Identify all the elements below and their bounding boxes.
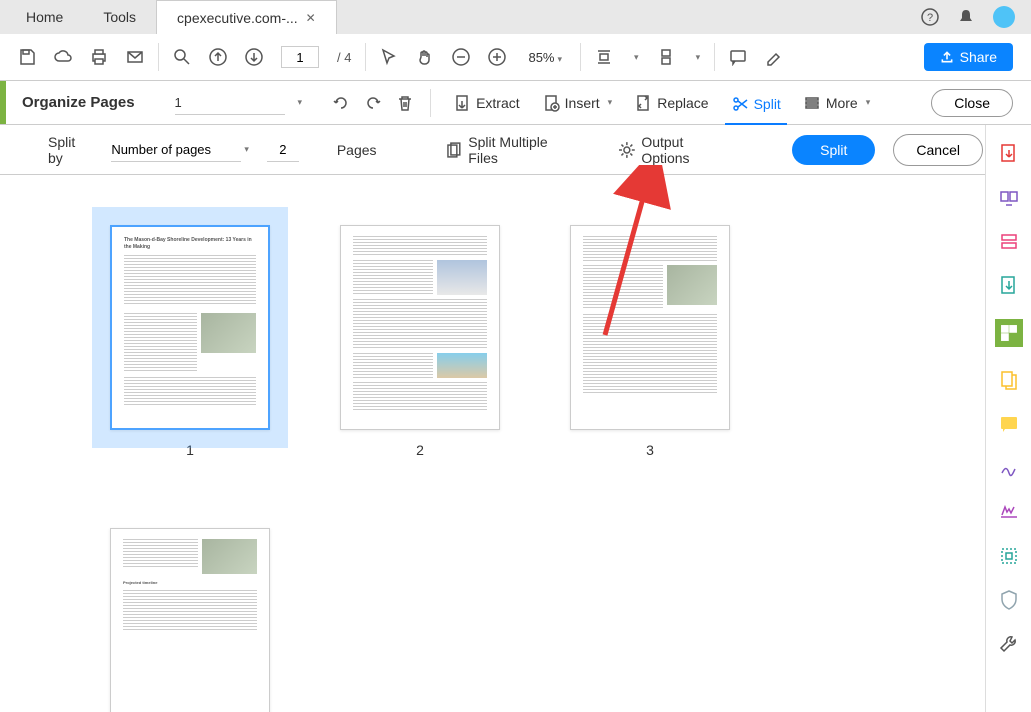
window-tabs: Home Tools cpexecutive.com-... ✕ ? bbox=[0, 0, 1031, 34]
organize-toolbar: Organize Pages ▾ Extract Insert▾ Replace… bbox=[0, 81, 1031, 125]
organize-page-select[interactable] bbox=[175, 91, 285, 115]
split-method-select[interactable] bbox=[111, 138, 241, 162]
help-icon[interactable]: ? bbox=[921, 8, 939, 26]
shield-icon[interactable] bbox=[998, 589, 1020, 611]
extract-button[interactable]: Extract bbox=[447, 90, 526, 116]
highlight-icon[interactable] bbox=[765, 48, 783, 66]
tab-document-label: cpexecutive.com-... bbox=[177, 10, 298, 26]
hand-icon[interactable] bbox=[416, 48, 434, 66]
organize-pages-icon[interactable] bbox=[995, 319, 1023, 347]
share-label: Share bbox=[960, 49, 997, 65]
thumbnail-area: The Mason-d-Bay Shoreline Development: 1… bbox=[0, 175, 985, 712]
protect-icon[interactable] bbox=[998, 545, 1020, 567]
zoom-out-icon[interactable] bbox=[452, 48, 470, 66]
export-icon[interactable] bbox=[998, 275, 1020, 297]
page-total: / 4 bbox=[337, 50, 351, 65]
share-button[interactable]: Share bbox=[924, 43, 1013, 71]
trash-icon[interactable] bbox=[396, 94, 414, 112]
page-thumbnail-3[interactable]: 3 bbox=[570, 225, 730, 458]
split-multiple-files-button[interactable]: Split Multiple Files bbox=[445, 134, 580, 166]
split-options-bar: Split by ▾ Pages Split Multiple Files Ou… bbox=[0, 125, 1031, 175]
insert-icon bbox=[542, 94, 560, 112]
sign-icon[interactable] bbox=[998, 457, 1020, 479]
thumbnail-grid: The Mason-d-Bay Shoreline Development: 1… bbox=[110, 225, 875, 712]
close-icon[interactable]: ✕ bbox=[306, 11, 316, 25]
page-thumbnail-1[interactable]: The Mason-d-Bay Shoreline Development: 1… bbox=[110, 225, 270, 458]
tab-document[interactable]: cpexecutive.com-... ✕ bbox=[156, 0, 337, 34]
right-tool-rail bbox=[985, 125, 1031, 712]
pointer-icon[interactable] bbox=[380, 48, 398, 66]
tab-tools[interactable]: Tools bbox=[83, 0, 156, 34]
zoom-select[interactable]: 85%▾ bbox=[524, 48, 566, 67]
bell-icon[interactable] bbox=[957, 8, 975, 26]
gear-icon bbox=[618, 141, 636, 159]
files-icon bbox=[445, 141, 463, 159]
export-pdf-icon[interactable] bbox=[998, 143, 1020, 165]
search-icon[interactable] bbox=[173, 48, 191, 66]
insert-button[interactable]: Insert▾ bbox=[536, 90, 619, 116]
chevron-down-icon[interactable]: ▾ bbox=[696, 52, 701, 63]
chevron-down-icon[interactable]: ▾ bbox=[634, 52, 639, 63]
split-count-input[interactable] bbox=[267, 138, 299, 162]
output-options-button[interactable]: Output Options bbox=[618, 134, 735, 166]
mail-icon[interactable] bbox=[126, 48, 144, 66]
redact-icon[interactable] bbox=[998, 501, 1020, 523]
more-icon bbox=[803, 94, 821, 112]
scissors-icon bbox=[731, 95, 749, 113]
create-pdf-icon[interactable] bbox=[998, 187, 1020, 209]
split-button[interactable]: Split bbox=[725, 91, 787, 125]
scroll-mode-icon[interactable] bbox=[657, 48, 675, 66]
replace-button[interactable]: Replace bbox=[628, 90, 714, 116]
top-right-controls: ? bbox=[921, 6, 1025, 28]
thumbnail-label: 3 bbox=[646, 442, 654, 458]
svg-text:?: ? bbox=[927, 12, 933, 24]
thumbnail-label: 2 bbox=[416, 442, 424, 458]
more-button[interactable]: More▾ bbox=[797, 90, 876, 116]
prev-page-icon[interactable] bbox=[209, 48, 227, 66]
split-by-label: Split by bbox=[48, 134, 93, 166]
share-icon bbox=[940, 50, 954, 64]
comment-tool-icon[interactable] bbox=[998, 413, 1020, 435]
save-icon[interactable] bbox=[18, 48, 36, 66]
avatar[interactable] bbox=[993, 6, 1015, 28]
replace-icon bbox=[634, 94, 652, 112]
extract-icon bbox=[453, 94, 471, 112]
active-panel-indicator bbox=[0, 81, 6, 124]
zoom-in-icon[interactable] bbox=[488, 48, 506, 66]
rotate-cw-icon[interactable] bbox=[364, 94, 382, 112]
cloud-icon[interactable] bbox=[54, 48, 72, 66]
wrench-icon[interactable] bbox=[998, 633, 1020, 655]
combine-icon[interactable] bbox=[998, 369, 1020, 391]
page-number-input[interactable] bbox=[281, 46, 319, 68]
main-toolbar: / 4 85%▾ ▾ ▾ Share bbox=[0, 34, 1031, 81]
page-thumbnail-2[interactable]: 2 bbox=[340, 225, 500, 458]
thumbnail-label: 1 bbox=[186, 442, 194, 458]
comment-icon[interactable] bbox=[729, 48, 747, 66]
pages-label: Pages bbox=[337, 142, 377, 158]
next-page-icon[interactable] bbox=[245, 48, 263, 66]
page-thumbnail-4[interactable]: Projected timeline 4 bbox=[110, 528, 270, 712]
edit-pdf-icon[interactable] bbox=[998, 231, 1020, 253]
tab-home[interactable]: Home bbox=[6, 0, 83, 34]
print-icon[interactable] bbox=[90, 48, 108, 66]
organize-title: Organize Pages bbox=[22, 94, 135, 111]
close-organize-button[interactable]: Close bbox=[931, 89, 1013, 117]
cancel-button[interactable]: Cancel bbox=[893, 134, 983, 166]
fit-width-icon[interactable] bbox=[595, 48, 613, 66]
rotate-ccw-icon[interactable] bbox=[332, 94, 350, 112]
split-confirm-button[interactable]: Split bbox=[792, 135, 875, 165]
